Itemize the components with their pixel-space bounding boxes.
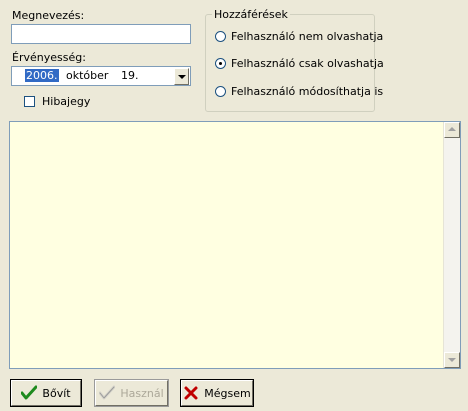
access-group-title: Hozzáférések (212, 8, 290, 21)
memo-textarea[interactable] (9, 121, 461, 369)
scroll-down-icon[interactable] (444, 352, 460, 368)
radio-no-read-label[interactable]: Felhasználó nem olvashatja (231, 30, 383, 43)
checkmark-icon (21, 385, 38, 400)
scroll-up-icon[interactable] (444, 122, 460, 138)
validity-date-picker[interactable]: 2006. október 19. (11, 66, 191, 86)
chevron-down-icon[interactable] (174, 68, 189, 85)
name-label: Megnevezés: (12, 9, 85, 22)
ticket-checkbox[interactable] (24, 96, 35, 107)
radio-can-modify-label[interactable]: Felhasználó módosíthatja is (231, 85, 383, 98)
add-button[interactable]: Bővít (10, 379, 82, 407)
memo-scrollbar[interactable] (443, 122, 460, 368)
ticket-label: Hibajegy (42, 95, 91, 108)
validity-label: Érvényesség: (12, 51, 86, 64)
date-year[interactable]: 2006. (25, 69, 59, 82)
radio-read-only-label[interactable]: Felhasználó csak olvashatja (231, 57, 384, 70)
date-month[interactable]: október (66, 69, 108, 82)
radio-no-read[interactable] (215, 31, 226, 42)
radio-read-only[interactable] (215, 58, 226, 69)
cancel-button[interactable]: Mégsem (180, 379, 254, 407)
checkmark-icon (99, 385, 116, 400)
use-button[interactable]: Használ (94, 379, 169, 407)
name-input[interactable] (11, 24, 191, 44)
radio-can-modify[interactable] (215, 86, 226, 97)
cross-icon (184, 386, 198, 400)
use-button-label: Használ (120, 386, 164, 400)
add-button-label: Bővít (42, 386, 71, 400)
date-day[interactable]: 19. (121, 69, 139, 82)
cancel-button-label: Mégsem (204, 386, 251, 400)
